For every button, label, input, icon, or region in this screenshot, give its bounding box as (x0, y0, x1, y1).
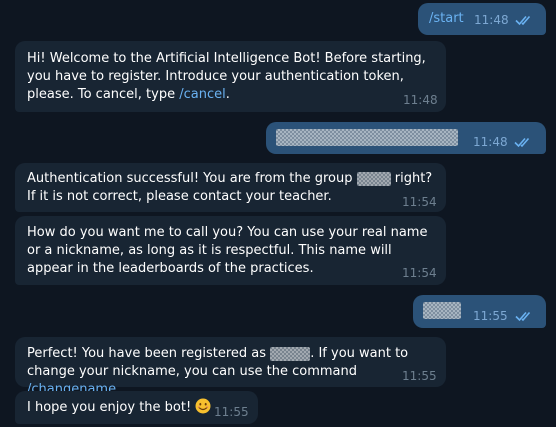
message-text: Hi! Welcome to the Artificial Intelligen… (27, 50, 435, 104)
message-time: 11:48 (403, 93, 438, 107)
smiling-face-icon (195, 398, 211, 414)
redacted-group (356, 171, 391, 186)
auth-text: Authentication successful! You are from … (27, 171, 357, 186)
message-text: I hope you enjoy the bot! (27, 398, 211, 417)
message-time: 11:48 (474, 13, 509, 27)
redacted-registered-name (270, 346, 311, 361)
enjoy-text: I hope you enjoy the bot! (27, 400, 196, 415)
message-outgoing-nickname[interactable]: 11:55 (413, 295, 546, 328)
registered-text: Perfect! You have been registered as (27, 346, 271, 361)
message-time: 11:48 (473, 135, 508, 149)
message-text: Authentication successful! You are from … (27, 170, 435, 206)
message-time: 11:54 (402, 266, 437, 280)
welcome-text-end: . (225, 87, 230, 102)
double-check-icon (515, 311, 531, 322)
message-outgoing-token[interactable]: 11:48 (266, 122, 546, 154)
message-text: How do you want me to call you? You can … (27, 225, 428, 276)
double-check-icon (514, 137, 530, 148)
message-incoming-registered: Perfect! You have been registered as . I… (15, 337, 446, 397)
command-start-text[interactable]: /start (429, 10, 464, 28)
message-incoming-auth: Authentication successful! You are from … (15, 163, 446, 212)
message-incoming-enjoy: I hope you enjoy the bot! 11:55 (15, 391, 258, 424)
message-time: 11:54 (402, 195, 437, 209)
message-time: 11:55 (473, 309, 508, 323)
message-time: 11:55 (402, 369, 437, 383)
redacted-token (276, 129, 458, 146)
message-incoming-nickname-request: How do you want me to call you? You can … (15, 216, 446, 285)
message-incoming-welcome: Hi! Welcome to the Artificial Intelligen… (15, 41, 446, 112)
double-check-icon (515, 15, 531, 26)
message-outgoing-start[interactable]: /start 11:48 (418, 3, 546, 35)
message-time: 11:55 (214, 405, 249, 419)
redacted-nickname (423, 302, 461, 319)
cancel-command-link[interactable]: /cancel (179, 87, 226, 102)
